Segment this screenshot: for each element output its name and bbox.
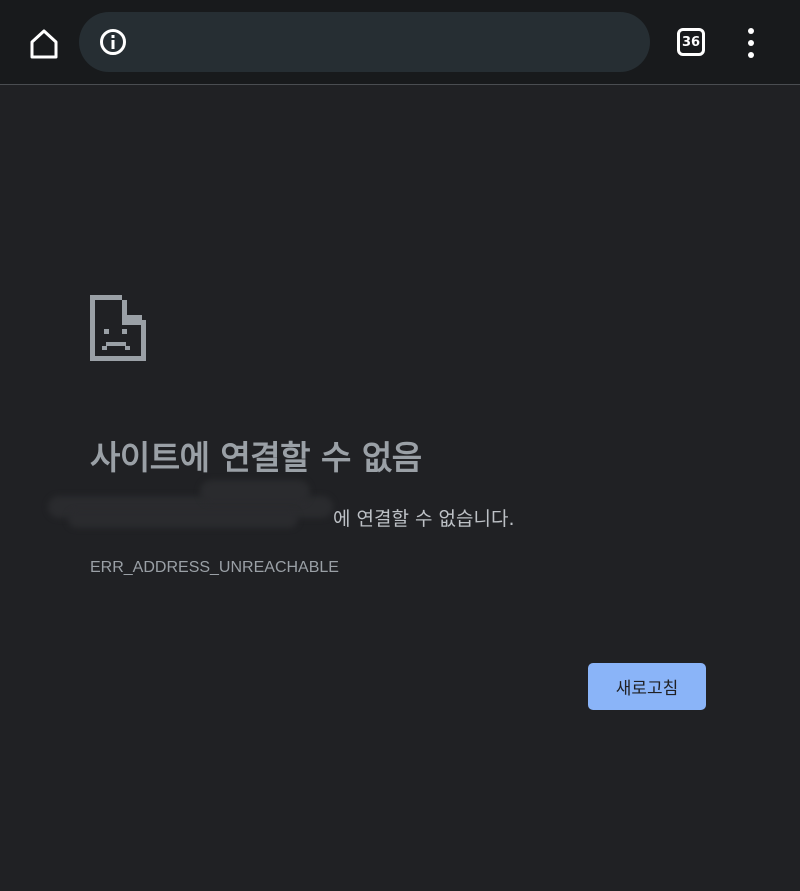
reload-button[interactable]: 새로고침 [588,663,706,710]
browser-toolbar: 36 [0,0,800,85]
error-page: 사이트에 연결할 수 없음 에 연결할 수 없습니다. ERR_ADDRESS_… [0,86,800,891]
home-icon [30,29,58,59]
redacted-hostname [48,478,336,536]
sad-page-icon [90,295,146,361]
error-title: 사이트에 연결할 수 없음 [90,438,422,477]
tab-count: 36 [681,34,701,50]
address-bar[interactable] [79,12,650,72]
browser-window: 36 사이트에 연결할 수 없음 에 연결할 수 없습니다. ERR_ADDRE… [0,0,800,891]
home-button[interactable] [24,24,64,64]
tab-switcher-button[interactable]: 36 [677,28,705,56]
more-vert-icon[interactable] [740,28,762,58]
error-code: ERR_ADDRESS_UNREACHABLE [90,559,339,576]
info-icon[interactable] [99,28,127,56]
error-description: 에 연결할 수 없습니다. [333,508,515,530]
